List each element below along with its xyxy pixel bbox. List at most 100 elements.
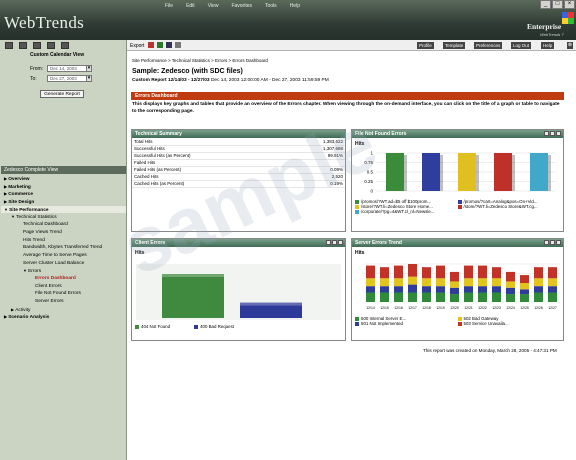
chart-type-icon[interactable] [326, 240, 331, 245]
bar-segment[interactable] [534, 286, 543, 293]
bar[interactable] [458, 153, 476, 191]
bar-segment[interactable] [520, 294, 529, 302]
bar-segment[interactable] [534, 292, 543, 303]
excel-icon[interactable] [157, 42, 163, 48]
breadcrumb[interactable]: Site Performance > Technical Statistics … [132, 58, 268, 63]
bar-segment[interactable] [534, 278, 543, 287]
file-not-found-label[interactable]: File Not Found Errors [355, 131, 406, 137]
logout-button[interactable]: Log Out [511, 42, 532, 49]
expand-arrow-icon[interactable]: ▶ [4, 176, 8, 181]
bar-segment[interactable] [450, 281, 459, 288]
bar-segment[interactable] [422, 292, 431, 303]
email-icon[interactable] [175, 42, 181, 48]
expand-arrow-icon[interactable]: ▶ [4, 314, 8, 319]
tree-item[interactable]: Server Errors [1, 298, 126, 306]
bar-segment[interactable] [506, 294, 515, 302]
from-date-picker-icon[interactable]: ▾ [86, 65, 92, 72]
bar-segment[interactable] [478, 292, 487, 303]
bar[interactable] [494, 153, 512, 191]
tree-item[interactable]: ▶ Activity [1, 306, 126, 314]
bar-segment[interactable] [492, 286, 501, 293]
expand-icon[interactable] [556, 240, 561, 245]
tree-item[interactable]: Client Errors [1, 283, 126, 291]
bar-segment[interactable] [394, 265, 403, 279]
profile-button[interactable]: Profile [417, 42, 434, 49]
chart-type-icon[interactable] [544, 131, 549, 136]
tools-icon[interactable] [61, 42, 69, 49]
print-icon[interactable] [47, 42, 55, 49]
view-table-icon[interactable] [550, 131, 555, 136]
bar-segment[interactable] [366, 292, 375, 303]
tree-item[interactable]: ▼ Errors [1, 267, 126, 275]
tree-item[interactable]: ▼ Site Performance [1, 205, 126, 214]
bar[interactable] [386, 153, 404, 191]
bar-segment[interactable] [520, 283, 529, 290]
help-button[interactable]: Help [541, 42, 555, 49]
bar-segment[interactable] [394, 286, 403, 293]
preferences-button[interactable]: Preferences [474, 42, 503, 49]
client-errors-title[interactable]: Client Errors [132, 239, 345, 247]
bar-segment[interactable] [436, 265, 445, 279]
word-icon[interactable] [166, 42, 172, 48]
bar-segment[interactable] [534, 267, 543, 279]
bar-segment[interactable] [422, 278, 431, 287]
tree-item[interactable]: Errors Dashboard [1, 275, 126, 283]
expand-arrow-icon[interactable]: ▶ [4, 184, 8, 189]
menu-favorites[interactable]: Favorites [231, 3, 252, 11]
bar-segment[interactable] [408, 264, 417, 277]
legend-label[interactable]: 503 Service Unavaila... [464, 321, 509, 326]
bar-segment[interactable] [394, 292, 403, 303]
bar-segment[interactable] [366, 278, 375, 287]
maximize-button[interactable]: □ [552, 0, 563, 9]
bar-segment[interactable] [380, 286, 389, 293]
bar-segment[interactable] [380, 267, 389, 279]
from-date-field[interactable]: Dec 14, 2003 [47, 65, 89, 72]
bar-segment[interactable] [478, 265, 487, 279]
tree-item[interactable]: Hits Trend [1, 237, 126, 245]
bar-segment[interactable] [450, 294, 459, 302]
bar-segment[interactable] [380, 292, 389, 303]
expand-arrow-icon[interactable]: ▶ [11, 307, 15, 312]
server-errors-title[interactable]: Server Errors Trend [352, 239, 563, 247]
bar-segment[interactable] [548, 292, 557, 303]
template-button[interactable]: Template [443, 42, 466, 49]
to-date-field[interactable]: Dec 27, 2003 [47, 75, 89, 82]
bar-segment[interactable] [450, 287, 459, 295]
menu-file[interactable]: File [165, 3, 173, 11]
menu-help[interactable]: Help [290, 3, 300, 11]
bar-segment[interactable] [464, 286, 473, 293]
bar-segment[interactable] [436, 278, 445, 287]
legend-label[interactable]: 404 Not Found [141, 324, 170, 329]
tree-item[interactable]: ▶ Site Design [1, 198, 126, 206]
bar-segment[interactable] [366, 265, 375, 279]
technical-summary-title[interactable]: Technical Summary [132, 130, 345, 138]
bar-segment[interactable] [450, 271, 459, 282]
tree-item[interactable]: Page Views Trend [1, 229, 126, 237]
bar-segment[interactable] [506, 287, 515, 295]
legend-label[interactable]: 501 Not Implemented [361, 321, 403, 326]
expand-arrow-icon[interactable]: ▼ [23, 268, 28, 273]
expand-arrow-icon[interactable]: ▼ [11, 214, 16, 219]
bar-segment[interactable] [520, 289, 529, 295]
legend-label[interactable]: 400 Bad Request [200, 324, 234, 329]
menu-view[interactable]: View [208, 3, 219, 11]
view-table-icon[interactable] [332, 240, 337, 245]
bar-segment[interactable] [492, 267, 501, 279]
pdf-icon[interactable] [148, 42, 154, 48]
bar[interactable] [162, 274, 224, 318]
bar-segment[interactable] [506, 281, 515, 288]
bar-segment[interactable] [478, 286, 487, 293]
chart-type-icon[interactable] [544, 240, 549, 245]
menu-tools[interactable]: Tools [265, 3, 277, 11]
legend-label[interactable]: /corporate/?pg=4&WT.cl_nl=Newsle... [361, 209, 434, 214]
client-errors-label[interactable]: Client Errors [135, 240, 165, 246]
bar-segment[interactable] [464, 278, 473, 287]
bar-segment[interactable] [520, 275, 529, 283]
minimize-button[interactable]: _ [540, 0, 551, 9]
generate-report-button[interactable]: Generate Report [40, 90, 84, 98]
expand-arrow-icon[interactable]: ▼ [4, 207, 9, 212]
tree-item[interactable]: ▶ Scenario Analysis [1, 313, 126, 321]
menu-edit[interactable]: Edit [186, 3, 195, 11]
export-label[interactable]: Export [130, 43, 144, 49]
calendar-icon[interactable] [33, 42, 41, 49]
